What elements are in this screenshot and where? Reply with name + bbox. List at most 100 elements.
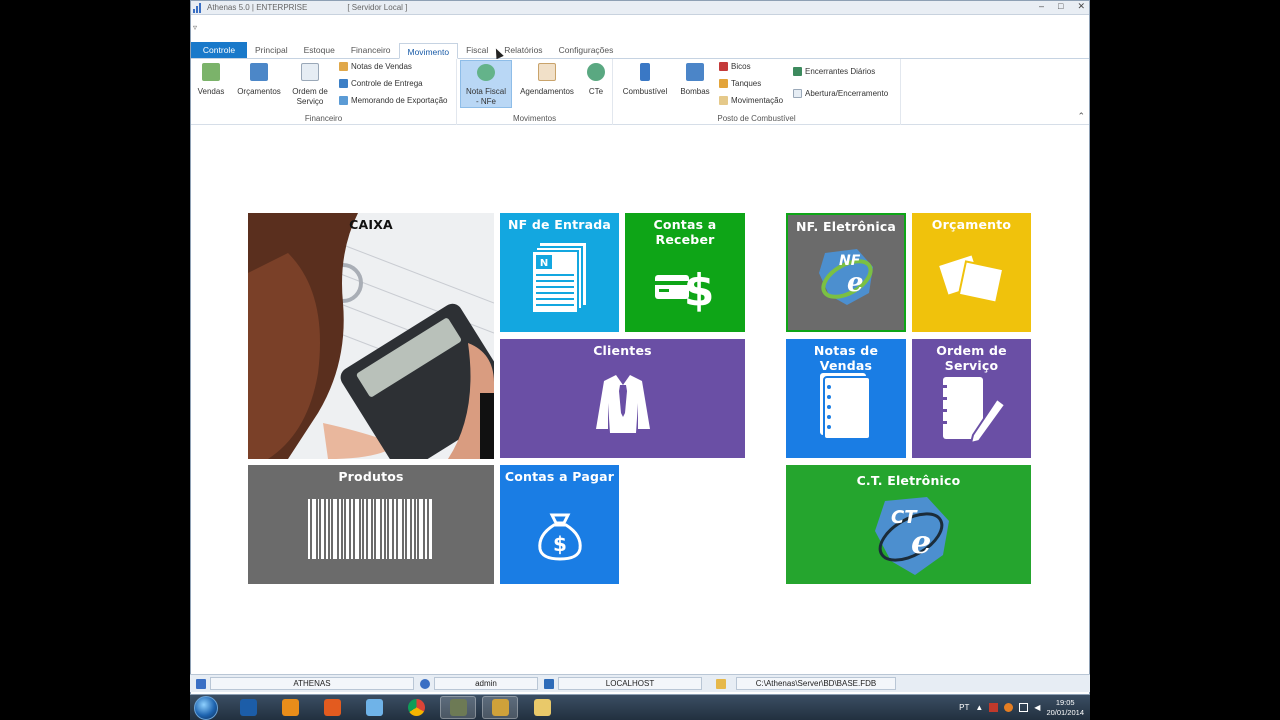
athenas-taskbar-icon <box>491 699 509 716</box>
svg-text:$: $ <box>553 532 567 556</box>
movimentacao-icon <box>719 96 728 105</box>
window-title: Athenas 5.0 | ENTERPRISE <box>207 3 308 12</box>
cte-label: CTe <box>588 87 604 96</box>
nfe-logo-icon: NF e <box>819 249 873 305</box>
ordem-servico-button[interactable]: Ordem de Serviço <box>289 63 331 107</box>
orcamentos-label: Orçamentos <box>237 87 281 96</box>
group-financeiro: Vendas Orçamentos Ordem de Serviço Notas… <box>191 59 457 125</box>
tab-controle[interactable]: Controle <box>191 42 247 58</box>
vendas-icon <box>202 63 220 81</box>
memorando-button[interactable]: Memorando de Exportação <box>339 96 448 105</box>
tile-notas-vendas[interactable]: Notas de Vendas <box>786 339 906 458</box>
close-button[interactable]: ✕ <box>1077 1 1085 12</box>
language-indicator[interactable]: PT <box>959 703 969 712</box>
taskbar-app-media[interactable] <box>314 696 350 719</box>
tab-estoque[interactable]: Estoque <box>296 42 343 58</box>
tile-contas-receber[interactable]: Contas a Receber $ <box>625 213 745 332</box>
start-button[interactable] <box>194 695 218 720</box>
app-status-icon <box>196 678 206 689</box>
tile-produtos[interactable]: Produtos <box>248 465 494 584</box>
ribbon-tabs: Controle Principal Estoque Financeiro Mo… <box>191 42 1089 60</box>
flag-icon[interactable] <box>989 703 999 712</box>
tile-produtos-label: Produtos <box>338 469 404 484</box>
clock-time: 19:05 <box>1055 697 1075 707</box>
vendas-button[interactable]: Vendas <box>195 63 227 97</box>
agend-label: Agendamentos <box>520 87 574 96</box>
svg-text:N: N <box>539 258 547 269</box>
svg-text:NF: NF <box>839 253 861 269</box>
tile-orcamento[interactable]: Orçamento <box>912 213 1031 332</box>
taskbar-app-athenas[interactable] <box>482 696 518 719</box>
notas-vendas-button[interactable]: Notas de Vendas <box>339 62 412 71</box>
volume-icon[interactable]: ◀ <box>1034 703 1040 712</box>
tab-principal[interactable]: Principal <box>247 42 296 58</box>
tanques-button[interactable]: Tanques <box>719 79 761 88</box>
bicos-icon <box>719 62 728 71</box>
tile-orcamento-label: Orçamento <box>931 217 1012 232</box>
taskbar-app-outlook[interactable] <box>272 696 308 719</box>
nfe-icon <box>477 64 495 81</box>
tile-caixa-label: CAIXA <box>349 217 393 232</box>
tray-expand-icon[interactable]: ▲ <box>975 703 983 712</box>
tanques-icon <box>719 79 728 88</box>
abert-label: Abertura/Encerramento <box>805 89 889 98</box>
maximize-button[interactable]: □ <box>1058 1 1063 12</box>
taskbar-app-notes[interactable] <box>356 696 392 719</box>
agendamentos-button[interactable]: Agendamentos <box>517 63 577 97</box>
cte-button[interactable]: CTe <box>583 63 609 97</box>
tile-ct-eletronico[interactable]: C.T. Eletrônico CT e <box>786 465 1031 584</box>
svg-text:$: $ <box>684 265 715 313</box>
movimentacao-button[interactable]: Movimentação <box>719 96 783 105</box>
media-player-icon <box>323 699 341 716</box>
bombas-button[interactable]: Bombas <box>675 63 715 97</box>
database-icon <box>716 678 726 689</box>
controle-label: Controle de Entrega <box>351 79 423 88</box>
quick-access-toolbar[interactable]: ▿ <box>191 15 1089 43</box>
tile-ordem-servico[interactable]: Ordem de Serviço <box>912 339 1031 458</box>
taskbar-app-tool[interactable] <box>440 696 476 719</box>
group-posto: Combustível Bombas Bicos Tanques Movimen… <box>613 59 901 125</box>
clock[interactable]: 19:05 20/01/2014 <box>1046 698 1084 718</box>
controle-entrega-button[interactable]: Controle de Entrega <box>339 79 423 88</box>
encerrantes-icon <box>793 67 802 76</box>
tile-ordem-servico-label: Ordem de Serviço <box>936 343 1007 373</box>
tab-movimento[interactable]: Movimento <box>398 43 459 59</box>
tab-configuracoes[interactable]: Configurações <box>551 42 622 58</box>
combustivel-icon <box>640 63 650 81</box>
chrome-icon <box>407 699 425 716</box>
nota-fiscal-nfe-button[interactable]: Nota Fiscal - NFe <box>460 60 512 108</box>
title-bar: Athenas 5.0 | ENTERPRISE [ Servidor Loca… <box>191 1 1089 15</box>
tanques-label: Tanques <box>731 79 762 88</box>
taskbar-app-chrome[interactable] <box>398 696 434 719</box>
network-icon[interactable] <box>1019 703 1029 712</box>
computer-icon <box>544 678 554 689</box>
tile-nf-entrada[interactable]: NF de Entrada N <box>500 213 619 332</box>
tile-clientes[interactable]: Clientes <box>500 339 745 458</box>
svg-text:e: e <box>911 523 931 561</box>
combustivel-button[interactable]: Combustível <box>619 63 671 97</box>
tab-relatorios[interactable]: Relatórios <box>496 42 550 58</box>
qat-dropdown-icon[interactable]: ▿ <box>193 23 197 32</box>
bicos-button[interactable]: Bicos <box>719 62 751 71</box>
caixa-photo <box>248 213 494 459</box>
collapse-ribbon-icon[interactable]: ⌃ <box>1077 111 1085 122</box>
system-tray: PT ▲ ◀ 19:05 20/01/2014 <box>959 695 1084 720</box>
orcamentos-button[interactable]: Orçamentos <box>233 63 285 97</box>
encerrantes-button[interactable]: Encerrantes Diários <box>793 67 875 76</box>
minimize-button[interactable]: – <box>1039 1 1044 12</box>
memorando-label: Memorando de Exportação <box>351 96 448 105</box>
tile-nf-eletronica-label: NF. Eletrônica <box>795 219 897 234</box>
tray-app-icon[interactable] <box>1004 703 1014 712</box>
comb-label: Combustível <box>622 87 668 96</box>
tile-contas-pagar[interactable]: Contas a Pagar $ <box>500 465 619 584</box>
taskbar-app-waveform[interactable] <box>230 696 266 719</box>
tab-financeiro[interactable]: Financeiro <box>343 42 399 58</box>
user-icon <box>420 678 430 689</box>
tile-caixa[interactable]: CAIXA <box>248 213 494 459</box>
tile-nf-eletronica[interactable]: NF. Eletrônica NF e <box>786 213 906 332</box>
abertura-button[interactable]: Abertura/Encerramento <box>793 89 888 98</box>
status-app: ATHENAS <box>210 677 414 690</box>
tab-fiscal[interactable]: Fiscal <box>458 42 496 58</box>
clock-date: 20/01/2014 <box>1046 707 1084 717</box>
taskbar-app-explorer[interactable] <box>524 696 560 719</box>
